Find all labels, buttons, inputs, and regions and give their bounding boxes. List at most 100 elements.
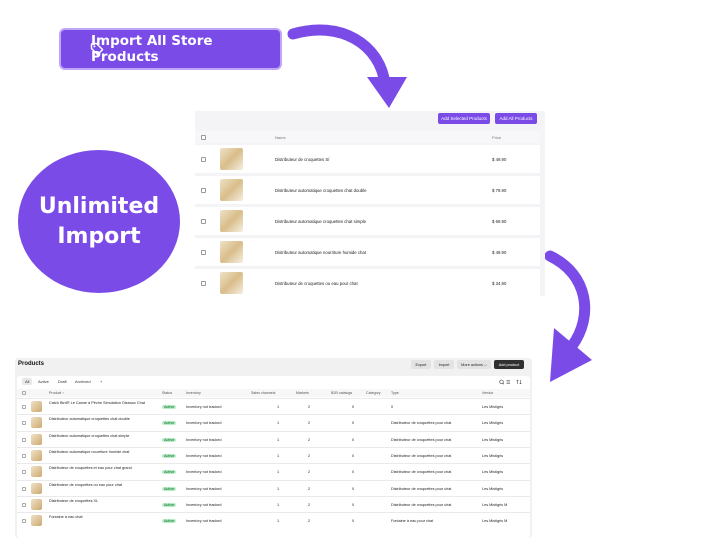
markets-count: 2 [308, 453, 311, 458]
table-row[interactable]: Distributeur automatique nourriture humi… [195, 238, 540, 266]
row-checkbox[interactable] [22, 486, 26, 491]
inventory-status: Inventory not tracked [186, 437, 222, 442]
row-checkbox[interactable] [201, 281, 206, 286]
import-all-store-products-button[interactable]: Import All Store Products [59, 28, 282, 70]
table-row[interactable]: Distributeur automatique croquettes chat… [17, 430, 530, 447]
product-vendor: Les Mistigris [482, 486, 504, 491]
row-checkbox[interactable] [201, 157, 206, 162]
table-row[interactable]: Distributeur automatique croquettes chat… [195, 176, 540, 204]
markets-count: 2 [308, 486, 311, 491]
column-product[interactable]: Product ↑ [49, 391, 64, 395]
status-badge: Active [162, 519, 177, 524]
product-name[interactable]: Catch Bird® Le Canne à Pêche Simulation … [49, 401, 149, 405]
export-button[interactable]: Export [411, 360, 431, 369]
row-checkbox[interactable] [22, 453, 26, 458]
tab-archived[interactable]: Archived [75, 379, 91, 384]
table-row[interactable]: Distributeur de croquettes Sí $ 49.90 [195, 145, 540, 173]
product-thumbnail [220, 210, 243, 232]
row-checkbox[interactable] [201, 250, 206, 255]
row-checkbox[interactable] [22, 421, 26, 426]
markets-count: 2 [308, 502, 311, 507]
sales-channels-count: 1 [277, 486, 280, 491]
product-price: $ 79.90 [492, 188, 507, 193]
product-thumbnail [220, 148, 243, 170]
row-checkbox[interactable] [201, 188, 206, 193]
b2b-catalogs-count: 0 [352, 453, 355, 458]
product-thumbnail [31, 417, 42, 429]
table-row[interactable]: Fontaine à eau chat Active Inventory not t… [17, 512, 530, 528]
product-name[interactable]: Distributeur automatique nourriture humi… [49, 450, 129, 454]
status-badge: Active [162, 421, 177, 426]
table-row[interactable]: Distributeur de croquettes XL Active Inven… [17, 495, 530, 512]
search-filter-icon[interactable] [499, 379, 511, 385]
product-type: Fontaine à eau pour chat [391, 519, 434, 524]
inventory-status: Inventory not tracked [186, 453, 222, 458]
row-checkbox[interactable] [22, 502, 26, 507]
badge-line-1: Unlimited [38, 193, 160, 219]
column-markets: Markets [296, 391, 309, 395]
row-checkbox[interactable] [22, 470, 26, 475]
product-name[interactable]: Distributeur de croquettes XL [49, 499, 98, 503]
add-product-button[interactable]: Add product [494, 360, 524, 369]
table-row[interactable]: Catch Bird® Le Canne à Pêche Simulation … [17, 398, 530, 414]
product-vendor: Les Mistigris M [482, 519, 508, 524]
row-checkbox[interactable] [22, 405, 26, 409]
inventory-status: Inventory not tracked [186, 470, 222, 475]
column-category: Category [366, 391, 381, 395]
product-type: Distributeur de croquettes pour chat [391, 437, 452, 442]
product-thumbnail [31, 498, 42, 510]
b2b-catalogs-count: 0 [352, 437, 355, 442]
sales-channels-count: 1 [277, 470, 280, 475]
tab-all[interactable]: All [22, 378, 33, 385]
select-all-checkbox[interactable] [201, 135, 206, 140]
product-name[interactable]: Distributeur automatique croquettes chat… [49, 434, 129, 438]
b2b-catalogs-count: 0 [352, 502, 355, 507]
tab-active[interactable]: Active [38, 379, 49, 384]
product-price: $ 69.90 [492, 219, 507, 224]
table-row[interactable]: Distributeur automatique nourriture humi… [17, 446, 530, 463]
product-name: Distributeur automatique croquettes chat… [275, 219, 366, 224]
table-row[interactable]: Distributeur de croquettes ou eau pour c… [17, 479, 530, 496]
status-badge: Active [162, 470, 177, 475]
more-actions-button[interactable]: More actions ⌵ [457, 360, 491, 369]
table-row[interactable]: Distributeur de croquettes ou eau pour c… [195, 269, 540, 296]
add-view-button[interactable]: + [100, 379, 102, 384]
row-checkbox[interactable] [201, 219, 206, 224]
product-type: Distributeur de croquettes pour chat [391, 421, 452, 426]
add-all-products-button[interactable]: Add All Products [495, 113, 537, 124]
product-vendor: Les Mistigris [482, 470, 504, 475]
column-price: Price [492, 135, 502, 140]
column-name: Name [275, 135, 286, 140]
column-b2b-catalogs: B2B catalogs [331, 391, 353, 395]
product-name[interactable]: Distributeur de croquettes ou eau pour c… [49, 483, 122, 487]
product-thumbnail [220, 241, 243, 263]
column-sales-channels: Sales channels [251, 391, 276, 395]
product-name[interactable]: Fontaine à eau chat [49, 515, 83, 519]
sales-channels-count: 1 [277, 421, 280, 426]
unlimited-import-badge: Unlimited Import [18, 150, 180, 293]
table-row[interactable]: Distributeur automatique croquettes chat… [17, 414, 530, 430]
sales-channels-count: 1 [277, 519, 280, 524]
product-name[interactable]: Distributeur automatique croquettes chat… [49, 417, 130, 421]
product-vendor: Les Mistigris [482, 437, 504, 442]
sales-channels-count: 1 [277, 405, 280, 409]
select-all-checkbox[interactable] [22, 391, 26, 395]
status-badge: Active [162, 437, 177, 442]
markets-count: 2 [308, 470, 311, 475]
row-checkbox[interactable] [22, 437, 26, 442]
sales-channels-count: 1 [277, 453, 280, 458]
inventory-status: Inventory not tracked [186, 502, 222, 507]
filter-tabs: All Active Draft Archived + [17, 376, 530, 388]
table-row[interactable]: Distributeur automatique croquettes chat… [195, 207, 540, 235]
sort-icon[interactable] [516, 379, 522, 385]
import-button[interactable]: Import [434, 360, 454, 369]
b2b-catalogs-count: 0 [352, 486, 355, 491]
table-row[interactable]: Distributeur de croquettes et eau pour c… [17, 463, 530, 479]
product-name[interactable]: Distributeur de croquettes et eau pour c… [49, 466, 132, 470]
column-type: Type [391, 391, 399, 395]
status-badge: Active [162, 453, 177, 458]
add-selected-products-button[interactable]: Add Selected Products [438, 113, 490, 124]
row-checkbox[interactable] [22, 519, 26, 524]
product-type: Distributeur de croquettes pour chat [391, 502, 452, 507]
tab-draft[interactable]: Draft [58, 379, 67, 384]
